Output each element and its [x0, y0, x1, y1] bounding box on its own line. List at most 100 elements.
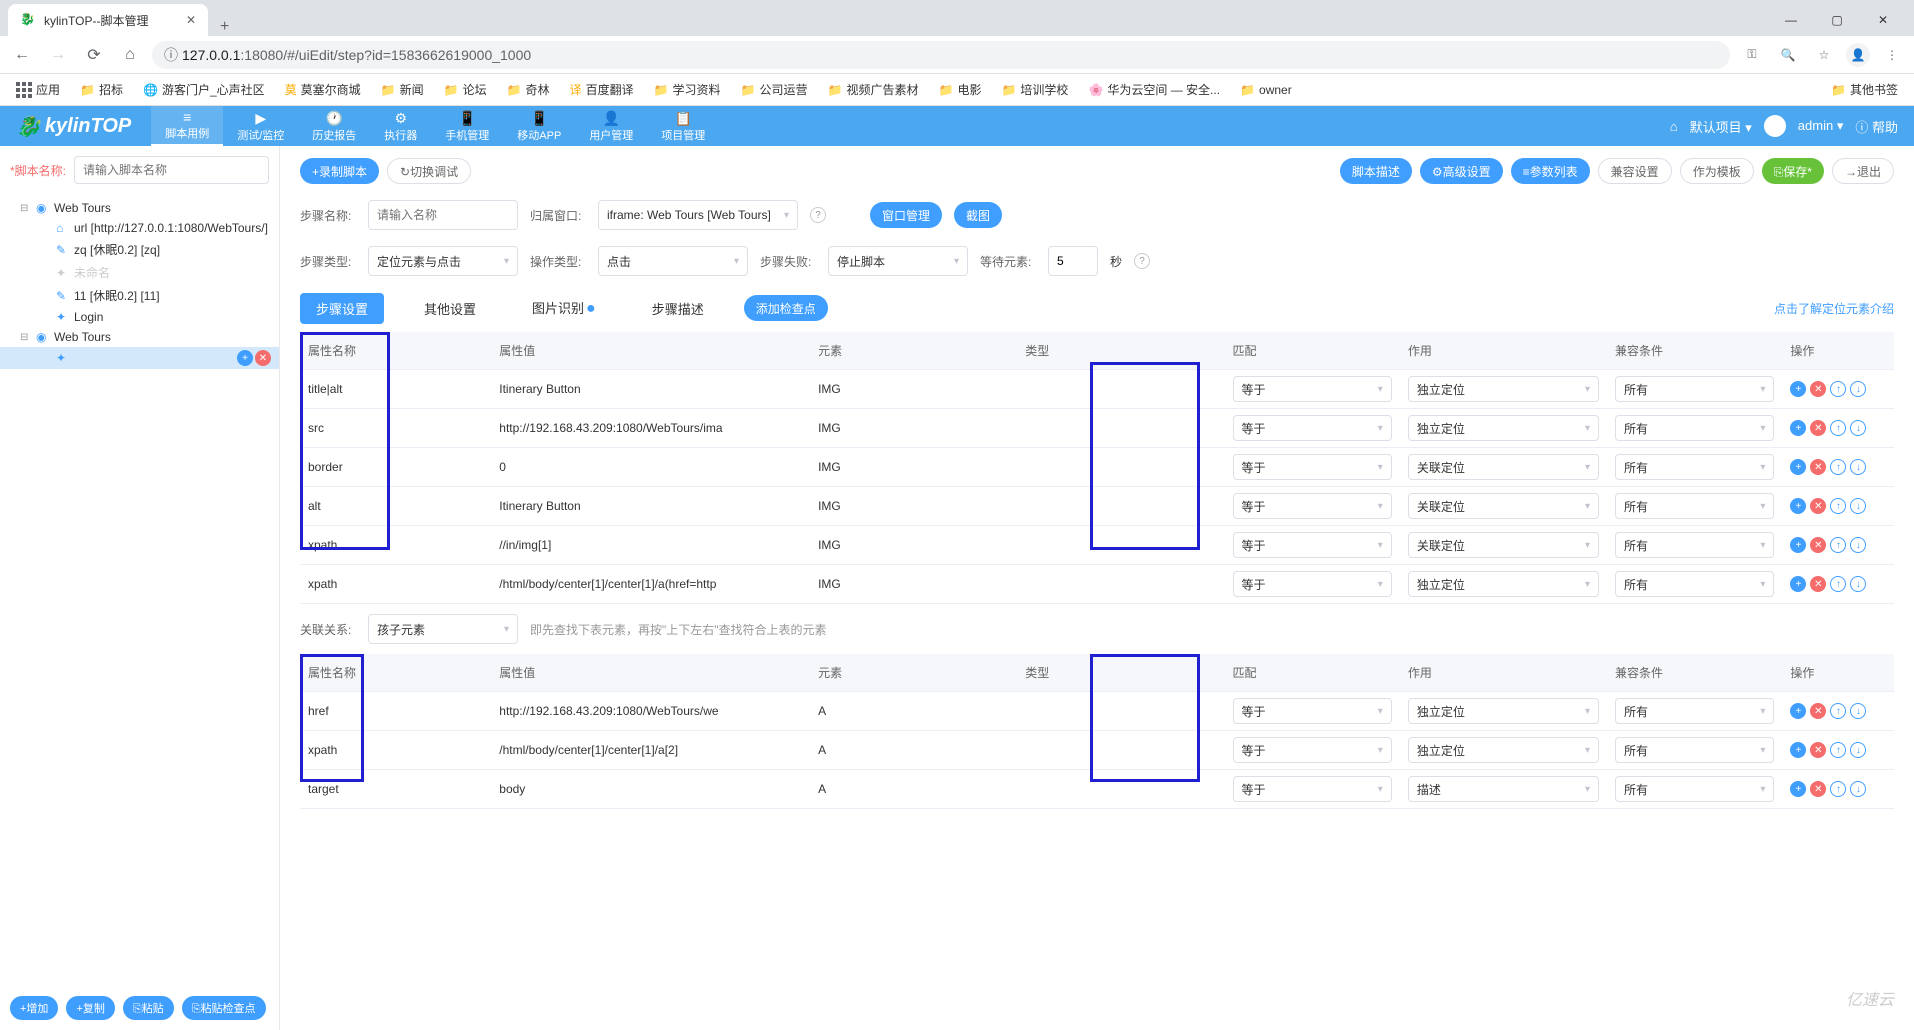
- paste-button[interactable]: ⎘粘贴: [123, 996, 174, 1020]
- row-delete-icon[interactable]: ✕: [1810, 537, 1826, 553]
- back-button[interactable]: ←: [8, 41, 36, 69]
- tab-image-recognition[interactable]: 图片识别●: [516, 292, 612, 324]
- row-add-icon[interactable]: +: [1790, 381, 1806, 397]
- compat-select[interactable]: 所有▾: [1615, 415, 1774, 441]
- info-icon[interactable]: ?: [1134, 253, 1150, 269]
- role-select[interactable]: 关联定位▾: [1408, 454, 1599, 480]
- window-select[interactable]: iframe: Web Tours [Web Tours]▾: [598, 200, 798, 230]
- row-add-icon[interactable]: +: [1790, 742, 1806, 758]
- bookmark-item[interactable]: 📁owner: [1232, 77, 1300, 102]
- bookmark-item[interactable]: 📁新闻: [373, 77, 432, 102]
- menu-icon[interactable]: ⋮: [1878, 41, 1906, 69]
- tree-node[interactable]: ⊟◉Web Tours: [0, 327, 279, 347]
- match-select[interactable]: 等于▾: [1233, 415, 1392, 441]
- compat-settings-button[interactable]: 兼容设置: [1598, 158, 1672, 184]
- row-down-icon[interactable]: ↓: [1850, 537, 1866, 553]
- tree-toggle-icon[interactable]: ⊟: [20, 203, 32, 214]
- add-icon[interactable]: +: [237, 350, 253, 366]
- row-down-icon[interactable]: ↓: [1850, 781, 1866, 797]
- record-button[interactable]: +录制脚本: [300, 158, 379, 184]
- match-select[interactable]: 等于▾: [1233, 532, 1392, 558]
- screenshot-button[interactable]: 截图: [954, 202, 1002, 228]
- row-add-icon[interactable]: +: [1790, 537, 1806, 553]
- nav-tab[interactable]: 📋项目管理: [647, 106, 719, 146]
- tree-toggle-icon[interactable]: ⊟: [20, 332, 32, 343]
- match-select[interactable]: 等于▾: [1233, 571, 1392, 597]
- advanced-settings-button[interactable]: ⚙高级设置: [1420, 158, 1503, 184]
- compat-select[interactable]: 所有▾: [1615, 376, 1774, 402]
- info-icon[interactable]: ?: [810, 207, 826, 223]
- row-add-icon[interactable]: +: [1790, 781, 1806, 797]
- other-bookmarks[interactable]: 📁 其他书签: [1823, 77, 1906, 102]
- row-delete-icon[interactable]: ✕: [1810, 742, 1826, 758]
- row-delete-icon[interactable]: ✕: [1810, 459, 1826, 475]
- row-delete-icon[interactable]: ✕: [1810, 420, 1826, 436]
- nav-tab[interactable]: 📱手机管理: [431, 106, 503, 146]
- role-select[interactable]: 描述▾: [1408, 776, 1599, 802]
- role-select[interactable]: 关联定位▾: [1408, 532, 1599, 558]
- row-add-icon[interactable]: +: [1790, 420, 1806, 436]
- role-select[interactable]: 独立定位▾: [1408, 415, 1599, 441]
- row-up-icon[interactable]: ↑: [1830, 742, 1846, 758]
- forward-button[interactable]: →: [44, 41, 72, 69]
- tab-close-icon[interactable]: ✕: [174, 13, 196, 27]
- home-button[interactable]: ⌂: [116, 41, 144, 69]
- match-select[interactable]: 等于▾: [1233, 493, 1392, 519]
- new-tab-button[interactable]: +: [208, 18, 241, 36]
- avatar[interactable]: [1764, 115, 1786, 137]
- window-mgmt-button[interactable]: 窗口管理: [870, 202, 942, 228]
- bookmark-item[interactable]: 📁电影: [931, 77, 990, 102]
- row-delete-icon[interactable]: ✕: [1810, 381, 1826, 397]
- row-up-icon[interactable]: ↑: [1830, 381, 1846, 397]
- row-down-icon[interactable]: ↓: [1850, 459, 1866, 475]
- script-desc-button[interactable]: 脚本描述: [1340, 158, 1412, 184]
- switch-debug-button[interactable]: ↻切换调试: [387, 158, 471, 184]
- paste-checkpoint-button[interactable]: ⎘粘贴检查点: [182, 996, 266, 1020]
- compat-select[interactable]: 所有▾: [1615, 571, 1774, 597]
- row-up-icon[interactable]: ↑: [1830, 703, 1846, 719]
- row-up-icon[interactable]: ↑: [1830, 459, 1846, 475]
- row-add-icon[interactable]: +: [1790, 576, 1806, 592]
- tab-step-desc[interactable]: 步骤描述: [636, 293, 720, 324]
- script-name-input[interactable]: [74, 156, 269, 184]
- bookmark-item[interactable]: 🌐游客门户_心声社区: [135, 77, 273, 102]
- row-delete-icon[interactable]: ✕: [1810, 576, 1826, 592]
- username[interactable]: admin ▾: [1798, 118, 1844, 134]
- compat-select[interactable]: 所有▾: [1615, 698, 1774, 724]
- nav-tab[interactable]: 📱移动APP: [503, 106, 575, 146]
- nav-tab[interactable]: 👤用户管理: [575, 106, 647, 146]
- compat-select[interactable]: 所有▾: [1615, 493, 1774, 519]
- tree-node[interactable]: ✎11 [休眠0.2] [11]: [0, 284, 279, 307]
- nav-tab[interactable]: ⚙执行器: [370, 106, 431, 146]
- key-icon[interactable]: ⚿: [1738, 41, 1766, 69]
- match-select[interactable]: 等于▾: [1233, 376, 1392, 402]
- row-up-icon[interactable]: ↑: [1830, 537, 1846, 553]
- match-select[interactable]: 等于▾: [1233, 454, 1392, 480]
- match-select[interactable]: 等于▾: [1233, 698, 1392, 724]
- wait-input[interactable]: [1048, 246, 1098, 276]
- bookmark-item[interactable]: 📁学习资料: [646, 77, 729, 102]
- bookmark-item[interactable]: 莫莫塞尔商城: [277, 77, 369, 102]
- row-up-icon[interactable]: ↑: [1830, 420, 1846, 436]
- bookmark-item[interactable]: 🌸华为云空间 — 安全...: [1080, 77, 1228, 102]
- tab-step-settings[interactable]: 步骤设置: [300, 293, 384, 324]
- row-delete-icon[interactable]: ✕: [1810, 498, 1826, 514]
- step-name-input[interactable]: [368, 200, 518, 230]
- row-down-icon[interactable]: ↓: [1850, 703, 1866, 719]
- save-button[interactable]: ⎘保存*: [1762, 158, 1824, 184]
- template-button[interactable]: 作为模板: [1680, 158, 1754, 184]
- bookmark-item[interactable]: 译百度翻译: [562, 77, 642, 102]
- role-select[interactable]: 独立定位▾: [1408, 571, 1599, 597]
- minimize-button[interactable]: —: [1768, 4, 1814, 36]
- row-delete-icon[interactable]: ✕: [1810, 781, 1826, 797]
- tree-node[interactable]: ✦+✕: [0, 347, 279, 369]
- nav-tab[interactable]: ▶测试/监控: [223, 106, 298, 146]
- nav-tab[interactable]: ≡脚本用例: [151, 106, 223, 146]
- row-add-icon[interactable]: +: [1790, 703, 1806, 719]
- role-select[interactable]: 独立定位▾: [1408, 737, 1599, 763]
- project-selector[interactable]: 默认项目 ▾: [1690, 117, 1752, 136]
- step-type-select[interactable]: 定位元素与点击▾: [368, 246, 518, 276]
- copy-button[interactable]: +复制: [66, 996, 114, 1020]
- relation-select[interactable]: 孩子元素▾: [368, 614, 518, 644]
- exit-button[interactable]: →退出: [1832, 158, 1894, 184]
